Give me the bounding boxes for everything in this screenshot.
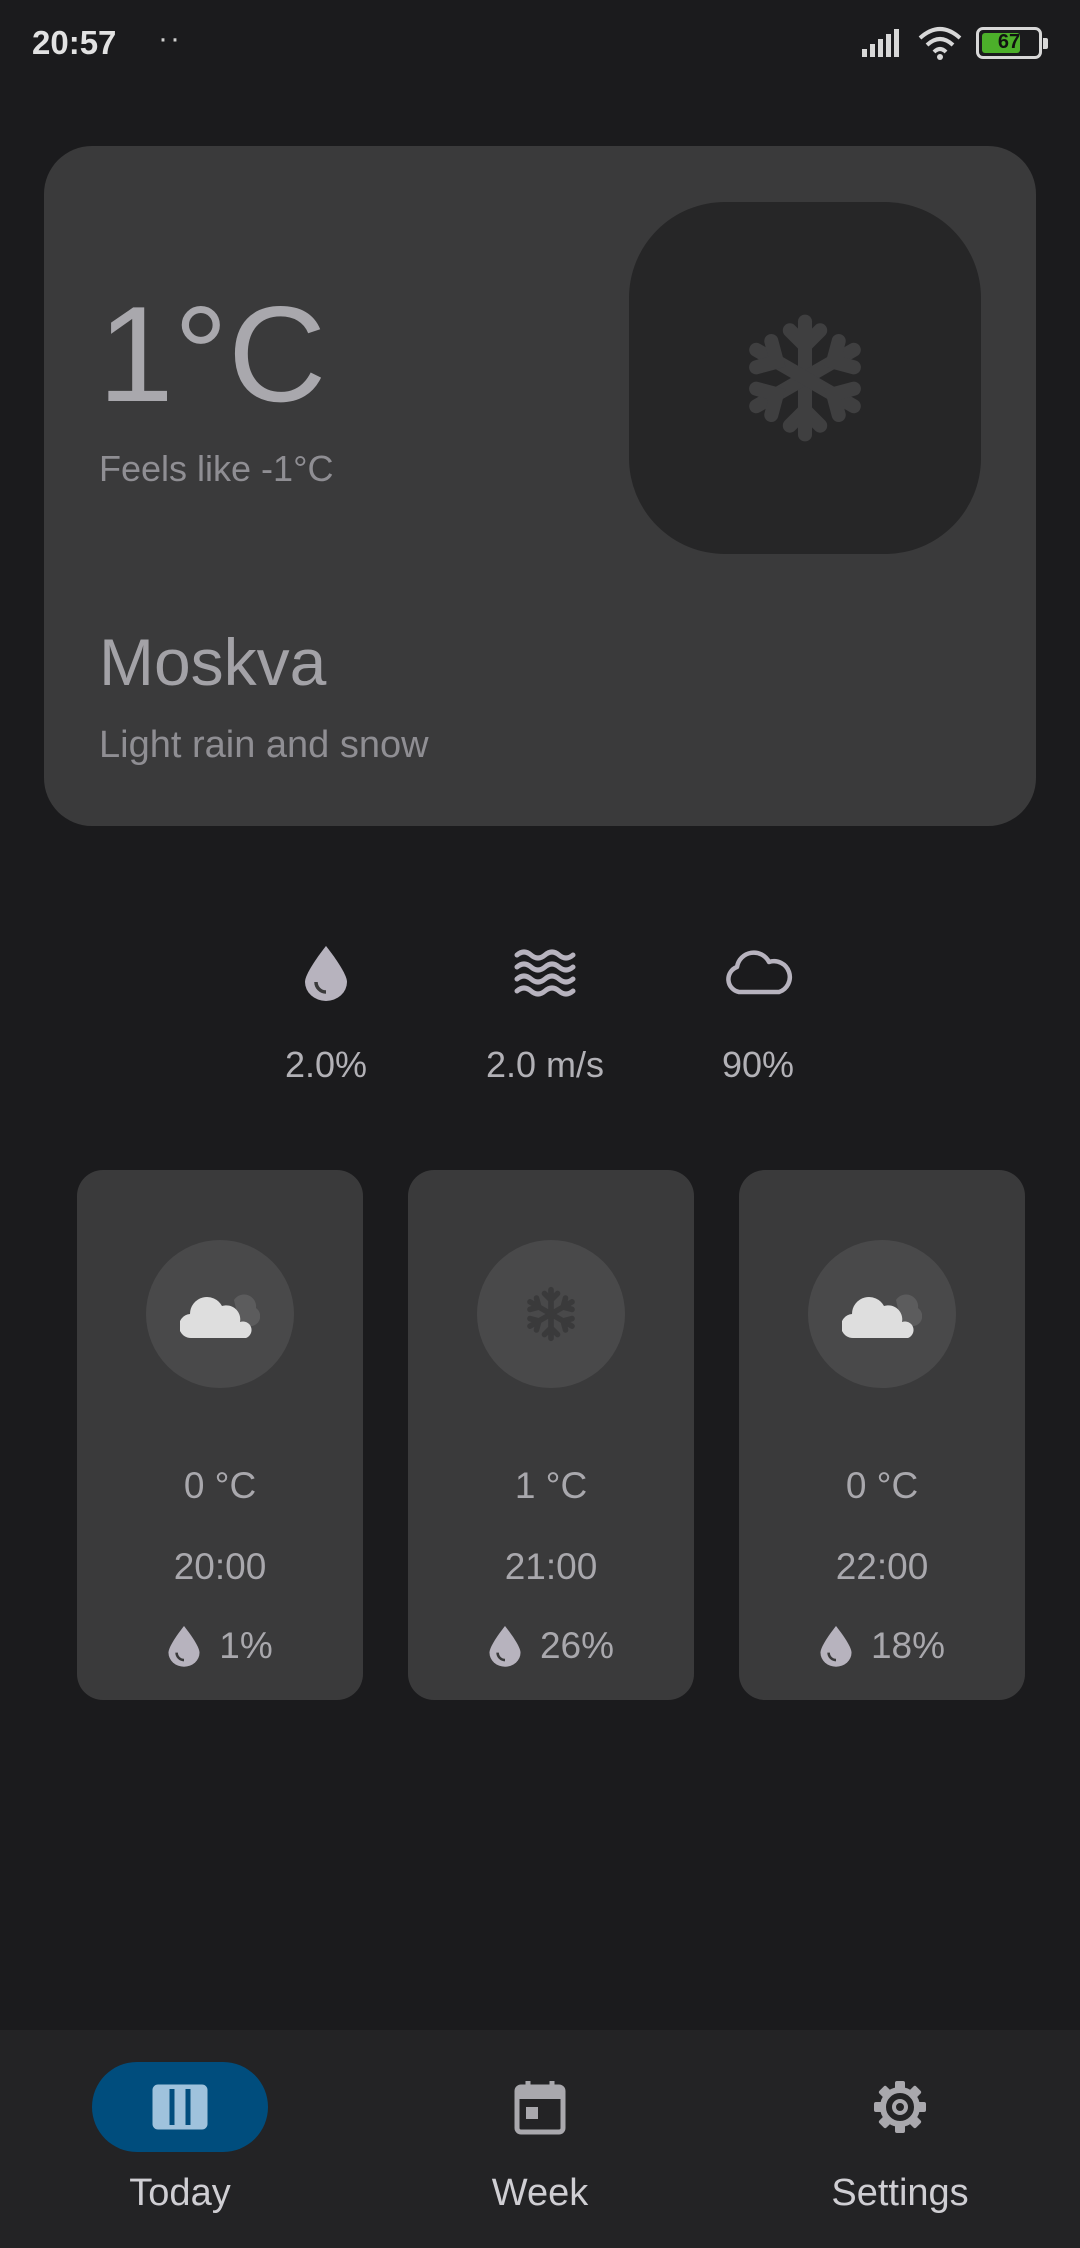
- hourly-rain-value: 26%: [539, 1625, 615, 1666]
- battery-level: 67: [997, 31, 1021, 53]
- nav-week-label: Week: [491, 2172, 589, 2214]
- current-weather-card: 1°C Feels like -1°C Moskva Light rain an…: [44, 146, 1036, 826]
- nav-settings-label: Settings: [831, 2172, 969, 2214]
- humidity-value: 2.0%: [284, 1044, 368, 1085]
- nav-today[interactable]: Today: [60, 2062, 300, 2215]
- battery-icon: 67: [976, 27, 1048, 59]
- status-icons: 67: [862, 26, 1048, 60]
- signal-icon: [862, 29, 899, 57]
- city-name: Moskva: [99, 625, 327, 699]
- weather-screen: 20:57 ·· 67 1°C Feels like -1°C Moskva L…: [0, 0, 1080, 2248]
- cloud-icon: [842, 1294, 922, 1339]
- hourly-time: 20:00: [173, 1546, 267, 1587]
- hourly-time: 22:00: [835, 1546, 929, 1587]
- hourly-card-22[interactable]: 0 °C 22:00 18%: [739, 1170, 1025, 1700]
- hourly-rain: 1%: [77, 1624, 363, 1668]
- hourly-icon-circle: [808, 1240, 956, 1388]
- nav-today-indicator[interactable]: [92, 2062, 268, 2152]
- cloud-outline-icon: [726, 950, 793, 995]
- gear-icon: [874, 2081, 926, 2133]
- hourly-time: 21:00: [504, 1546, 598, 1587]
- wind-waves-icon: [514, 949, 576, 997]
- calendar-icon: [514, 2081, 566, 2135]
- feels-like: Feels like -1°C: [99, 448, 334, 489]
- wifi-icon: [918, 27, 962, 60]
- hourly-icon-circle: [477, 1240, 625, 1388]
- nav-settings[interactable]: Settings: [780, 2062, 1020, 2215]
- hourly-rain: 26%: [408, 1624, 694, 1668]
- hourly-card-20[interactable]: 0 °C 20:00 1%: [77, 1170, 363, 1700]
- nav-today-label: Today: [129, 2172, 231, 2214]
- hourly-temp: 1 °C: [514, 1465, 588, 1506]
- nav-week[interactable]: Week: [420, 2062, 660, 2215]
- raindrop-icon: [489, 1626, 521, 1667]
- current-weather-icon-tile: [629, 202, 981, 554]
- view-columns-icon: [152, 2084, 208, 2130]
- hourly-card-21[interactable]: 1 °C 21:00 26%: [408, 1170, 694, 1700]
- humidity-metric: 2.0%: [226, 940, 426, 1086]
- weather-condition: Light rain and snow: [99, 724, 429, 766]
- snowflake-icon: [749, 314, 861, 442]
- raindrop-icon: [305, 946, 347, 1001]
- raindrop-icon: [820, 1626, 852, 1667]
- hourly-rain-value: 1%: [219, 1625, 273, 1666]
- hourly-icon-circle: [146, 1240, 294, 1388]
- raindrop-icon: [168, 1626, 200, 1667]
- current-temperature: 1°C: [98, 278, 327, 430]
- wind-metric: 2.0 m/s: [445, 940, 645, 1086]
- status-time: 20:57: [32, 24, 117, 61]
- hourly-temp: 0 °C: [183, 1465, 257, 1506]
- hourly-rain-value: 18%: [870, 1625, 946, 1666]
- bottom-navigation: Today Week Settings: [0, 2030, 1080, 2248]
- snowflake-icon: [527, 1286, 575, 1342]
- hourly-rain: 18%: [739, 1624, 1025, 1668]
- cloud-icon: [180, 1294, 260, 1339]
- status-bar: 20:57 ·· 67: [0, 0, 1080, 90]
- hourly-temp: 0 °C: [845, 1465, 919, 1506]
- cloudiness-metric: 90%: [658, 940, 858, 1086]
- wind-value: 2.0 m/s: [485, 1044, 605, 1085]
- notification-dots: ··: [158, 22, 182, 55]
- cloudiness-value: 90%: [721, 1044, 795, 1085]
